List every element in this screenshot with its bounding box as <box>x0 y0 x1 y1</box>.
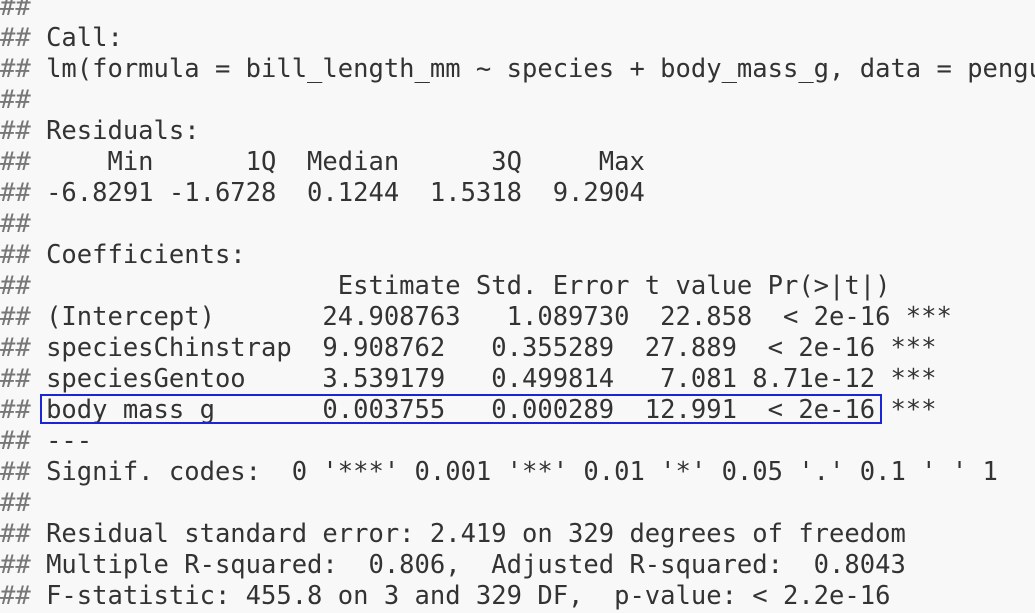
console-line: ## Min 1Q Median 3Q Max <box>0 147 661 177</box>
console-line: ## Residuals: <box>0 116 200 146</box>
console-line: ## Call: <box>0 23 123 53</box>
console-line: ## body_mass_g 0.003755 0.000289 12.991 … <box>0 395 937 425</box>
console-line: ## (Intercept) 24.908763 1.089730 22.858… <box>0 302 952 332</box>
console-line: ## <box>0 209 31 239</box>
console-line: ## Estimate Std. Error t value Pr(>|t|) <box>0 271 952 301</box>
console-line: ## <box>0 0 31 22</box>
console-line: ## speciesGentoo 3.539179 0.499814 7.081… <box>0 364 937 394</box>
console-line: ## lm(formula = bill_length_mm ~ species… <box>0 54 1035 84</box>
console-line: ## Multiple R-squared: 0.806, Adjusted R… <box>0 550 922 580</box>
console-line: ## Signif. codes: 0 '***' 0.001 '**' 0.0… <box>0 457 998 487</box>
console-line: ## <box>0 488 31 518</box>
console-line: ## --- <box>0 426 93 456</box>
console-line: ## <box>0 85 31 115</box>
r-console-output: ## ## Call: ## lm(formula = bill_length_mm… <box>0 0 1035 612</box>
console-line: ## Residual standard error: 2.419 on 329… <box>0 519 906 549</box>
console-line: ## -6.8291 -1.6728 0.1244 1.5318 9.2904 <box>0 178 661 208</box>
console-line: ## F-statistic: 455.8 on 3 and 329 DF, p… <box>0 581 891 611</box>
console-line: ## Coefficients: <box>0 240 246 270</box>
console-line: ## speciesChinstrap 9.908762 0.355289 27… <box>0 333 937 363</box>
